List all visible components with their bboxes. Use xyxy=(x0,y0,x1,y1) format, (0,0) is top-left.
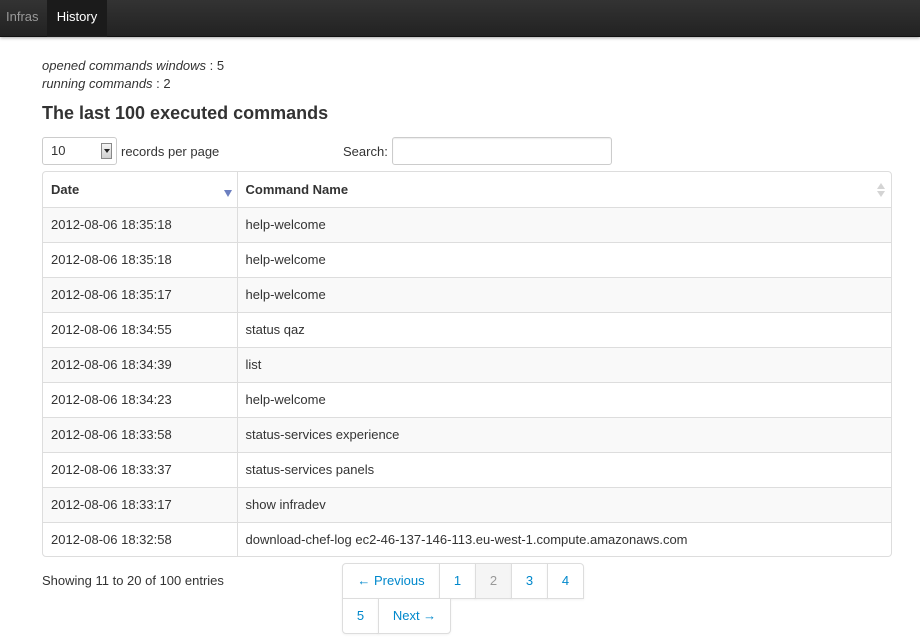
date-cell: 2012-08-06 18:35:17 xyxy=(43,276,237,312)
command-cell: help-welcome xyxy=(236,381,891,417)
nav-item-infras[interactable]: Infras xyxy=(0,0,47,37)
previous-page-button[interactable]: ← Previous xyxy=(342,563,440,599)
commands-table: Date Command Name 2012-08-06 18:35:18 hel… xyxy=(42,171,892,557)
command-cell: show infradev xyxy=(236,486,891,522)
records-per-page-value: 10 xyxy=(51,143,66,158)
date-cell: 2012-08-06 18:35:18 xyxy=(43,241,237,277)
dropdown-arrow-icon[interactable] xyxy=(101,143,112,159)
sort-descending-icon xyxy=(223,190,232,197)
table-row: 2012-08-06 18:35:18 help-welcome xyxy=(43,241,891,277)
table-header-row: Date Command Name xyxy=(43,172,891,207)
opened-windows-stat: opened commands windows : 5 xyxy=(42,58,225,73)
table-row: 2012-08-06 18:34:23 help-welcome xyxy=(43,381,891,417)
date-cell: 2012-08-06 18:35:18 xyxy=(43,206,237,242)
opened-windows-value: 5 xyxy=(216,58,225,73)
date-cell: 2012-08-06 18:33:58 xyxy=(43,416,237,452)
sort-unsorted-icon xyxy=(877,183,885,198)
search-input[interactable] xyxy=(392,137,612,165)
nav-item-history[interactable]: History xyxy=(47,0,107,37)
command-cell: list xyxy=(236,346,891,382)
running-commands-label: running commands xyxy=(42,76,153,91)
date-cell: 2012-08-06 18:32:58 xyxy=(43,521,237,556)
table-row: 2012-08-06 18:34:55 status qaz xyxy=(43,311,891,347)
opened-windows-label: opened commands windows xyxy=(42,58,207,73)
command-name-column-header[interactable]: Command Name xyxy=(236,172,891,207)
command-cell: help-welcome xyxy=(236,241,891,277)
date-cell: 2012-08-06 18:34:39 xyxy=(43,346,237,382)
page-title: The last 100 executed commands xyxy=(42,103,329,123)
top-navbar: Infras History xyxy=(0,0,920,37)
table-row: 2012-08-06 18:33:58 status-services exper… xyxy=(43,416,891,452)
running-commands-value: 2 xyxy=(163,76,171,91)
records-per-page-label: records per page xyxy=(121,144,220,159)
running-commands-stat: running commands : 2 xyxy=(42,76,171,91)
search-label: Search: xyxy=(343,144,388,159)
date-cell: 2012-08-06 18:33:37 xyxy=(43,451,237,487)
table-row: 2012-08-06 18:34:39 list xyxy=(43,346,891,382)
table-info: Showing 11 to 20 of 100 entries xyxy=(42,573,224,588)
pagination: ← Previous 1 2 3 4 5 Next → xyxy=(342,563,587,638)
command-cell: status qaz xyxy=(236,311,891,347)
table-row: 2012-08-06 18:33:17 show infradev xyxy=(43,486,891,522)
date-cell: 2012-08-06 18:34:23 xyxy=(43,381,237,417)
date-column-header[interactable]: Date xyxy=(43,172,237,207)
next-page-button[interactable]: Next → xyxy=(378,598,451,634)
command-cell: download-chef-log ec2-46-137-146-113.eu-… xyxy=(236,521,891,556)
stats-panel: opened commands windows : 5 running comm… xyxy=(42,57,224,93)
records-per-page-select[interactable]: 10 xyxy=(42,137,117,165)
date-cell: 2012-08-06 18:33:17 xyxy=(43,486,237,522)
page-button-1[interactable]: 1 xyxy=(439,563,476,599)
date-cell: 2012-08-06 18:34:55 xyxy=(43,311,237,347)
table-row: 2012-08-06 18:35:18 help-welcome xyxy=(43,206,891,242)
table-row: 2012-08-06 18:32:58 download-chef-log ec2… xyxy=(43,521,891,556)
command-name-header-label: Command Name xyxy=(245,181,349,197)
command-cell: help-welcome xyxy=(236,206,891,242)
command-cell: help-welcome xyxy=(236,276,891,312)
command-cell: status-services experience xyxy=(236,416,891,452)
date-header-label: Date xyxy=(51,181,80,197)
command-cell: status-services panels xyxy=(236,451,891,487)
page-button-2[interactable]: 2 xyxy=(475,563,512,599)
table-row: 2012-08-06 18:35:17 help-welcome xyxy=(43,276,891,312)
page-button-4[interactable]: 4 xyxy=(547,563,584,599)
page-button-3[interactable]: 3 xyxy=(511,563,548,599)
table-row: 2012-08-06 18:33:37 status-services panel… xyxy=(43,451,891,487)
page-button-5[interactable]: 5 xyxy=(342,598,379,634)
